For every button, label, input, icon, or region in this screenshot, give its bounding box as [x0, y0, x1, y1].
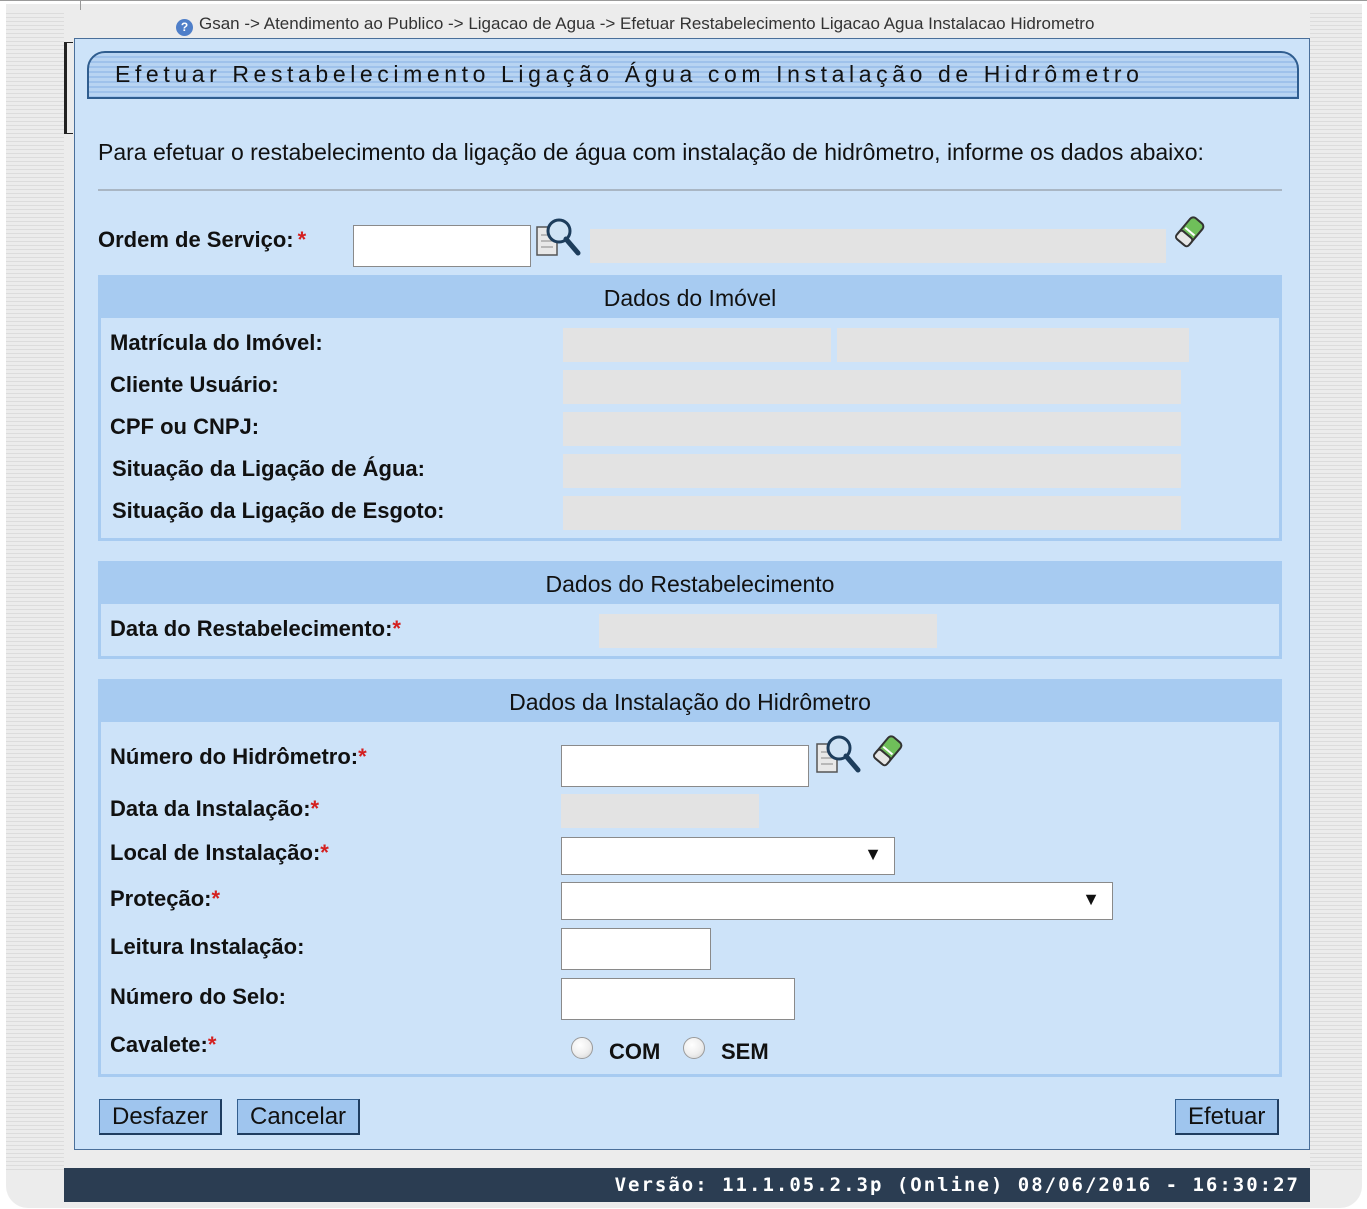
- data-restabelecimento-field: [599, 614, 937, 648]
- help-icon[interactable]: ?: [176, 19, 193, 36]
- cavalete-label: Cavalete:*: [110, 1032, 216, 1058]
- top-border-tick: [80, 0, 81, 10]
- cpf-label: CPF ou CNPJ:: [110, 414, 260, 439]
- required-marker: *: [211, 886, 221, 911]
- leitura-instalacao-input[interactable]: [561, 928, 711, 970]
- section-hidrometro-header: Dados da Instalação do Hidrômetro: [101, 682, 1279, 722]
- protecao-label-text: Proteção:: [110, 886, 212, 911]
- section-restabelecimento-header: Dados do Restabelecimento: [101, 564, 1279, 604]
- cliente-label: Cliente Usuário:: [110, 372, 279, 397]
- matricula-field: [563, 328, 831, 362]
- numero-selo-label: Número do Selo:: [110, 984, 287, 1009]
- required-marker: *: [310, 796, 320, 821]
- cavalete-com-label: COM: [609, 1039, 661, 1064]
- section-imovel: Dados do Imóvel Matrícula do Imóvel: Cli…: [98, 275, 1282, 541]
- desfazer-button[interactable]: Desfazer: [99, 1099, 223, 1135]
- required-marker: *: [392, 616, 401, 641]
- protecao-label: Proteção:*: [110, 886, 220, 912]
- top-border: [0, 0, 1367, 1]
- required-marker: *: [358, 744, 367, 769]
- intro-text: Para efetuar o restabelecimento da ligaç…: [98, 139, 1204, 165]
- ordem-servico-label-text: Ordem de Serviço:: [98, 227, 294, 252]
- local-instalacao-label: Local de Instalação:*: [110, 840, 329, 866]
- main-panel: Efetuar Restabelecimento Ligação Água co…: [74, 38, 1310, 1150]
- data-restabelecimento-label: Data do Restabelecimento:*: [110, 616, 401, 642]
- search-ordem-icon[interactable]: [535, 215, 583, 261]
- numero-hidrometro-label-text: Número do Hidrômetro:: [110, 744, 359, 769]
- leitura-instalacao-label: Leitura Instalação:: [110, 934, 305, 959]
- breadcrumb-text: Gsan -> Atendimento ao Publico -> Ligaca…: [199, 14, 1095, 33]
- situacao-agua-field: [563, 454, 1181, 488]
- data-instalacao-label: Data da Instalação:*: [110, 796, 319, 822]
- footer-bar: Versão: 11.1.05.2.3p (Online) 08/06/2016…: [64, 1168, 1310, 1202]
- chevron-down-icon: ▼: [864, 844, 882, 864]
- chevron-down-icon: ▼: [1082, 889, 1100, 909]
- data-instalacao-label-text: Data da Instalação:: [110, 796, 311, 821]
- left-frame-bracket: [64, 42, 73, 134]
- efetuar-button[interactable]: Efetuar: [1175, 1099, 1280, 1135]
- section-imovel-header: Dados do Imóvel: [101, 278, 1279, 318]
- required-marker: *: [297, 227, 307, 252]
- ordem-servico-description: [590, 229, 1166, 263]
- ordem-servico-input[interactable]: [353, 225, 531, 267]
- situacao-esgoto-field: [563, 496, 1181, 530]
- cavalete-label-text: Cavalete:: [110, 1032, 208, 1057]
- situacao-esgoto-label: Situação da Ligação de Esgoto:: [112, 498, 445, 523]
- title-bar: Efetuar Restabelecimento Ligação Água co…: [87, 51, 1299, 99]
- breadcrumb: ? Gsan -> Atendimento ao Publico -> Ligac…: [176, 14, 1094, 36]
- numero-selo-input[interactable]: [561, 978, 795, 1020]
- cavalete-sem-radio[interactable]: [683, 1037, 705, 1059]
- required-marker: *: [207, 1032, 217, 1057]
- local-instalacao-select[interactable]: ▼: [561, 837, 895, 875]
- eraser-hidrometro-icon[interactable]: [869, 732, 907, 772]
- numero-hidrometro-label: Número do Hidrômetro:*: [110, 744, 367, 770]
- section-restabelecimento: Dados do Restabelecimento Data do Restab…: [98, 561, 1282, 659]
- matricula-description-field: [837, 328, 1189, 362]
- matricula-label: Matrícula do Imóvel:: [110, 330, 323, 355]
- divider: [98, 189, 1282, 191]
- cavalete-sem-label: SEM: [721, 1039, 769, 1064]
- required-marker: *: [320, 840, 329, 865]
- local-instalacao-label-text: Local de Instalação:: [110, 840, 321, 865]
- search-hidrometro-icon[interactable]: [815, 732, 863, 778]
- data-restabelecimento-label-text: Data do Restabelecimento:: [110, 616, 393, 641]
- situacao-agua-label: Situação da Ligação de Água:: [112, 456, 425, 481]
- numero-hidrometro-input[interactable]: [561, 745, 809, 787]
- protecao-select[interactable]: ▼: [561, 882, 1113, 920]
- cancelar-button[interactable]: Cancelar: [237, 1099, 361, 1135]
- eraser-ordem-icon[interactable]: [1171, 213, 1209, 253]
- cpf-field: [563, 412, 1181, 446]
- cavalete-com-radio[interactable]: [571, 1037, 593, 1059]
- left-background-stripes: [6, 10, 64, 1170]
- page-title: Efetuar Restabelecimento Ligação Água co…: [115, 61, 1144, 87]
- right-background-stripes: [1310, 10, 1362, 1170]
- data-instalacao-field: [561, 794, 759, 828]
- cliente-field: [563, 370, 1181, 404]
- version-text: Versão: 11.1.05.2.3p (Online) 08/06/2016…: [614, 1174, 1300, 1196]
- ordem-servico-label: Ordem de Serviço: *: [98, 227, 306, 253]
- section-hidrometro: Dados da Instalação do Hidrômetro Número…: [98, 679, 1282, 1077]
